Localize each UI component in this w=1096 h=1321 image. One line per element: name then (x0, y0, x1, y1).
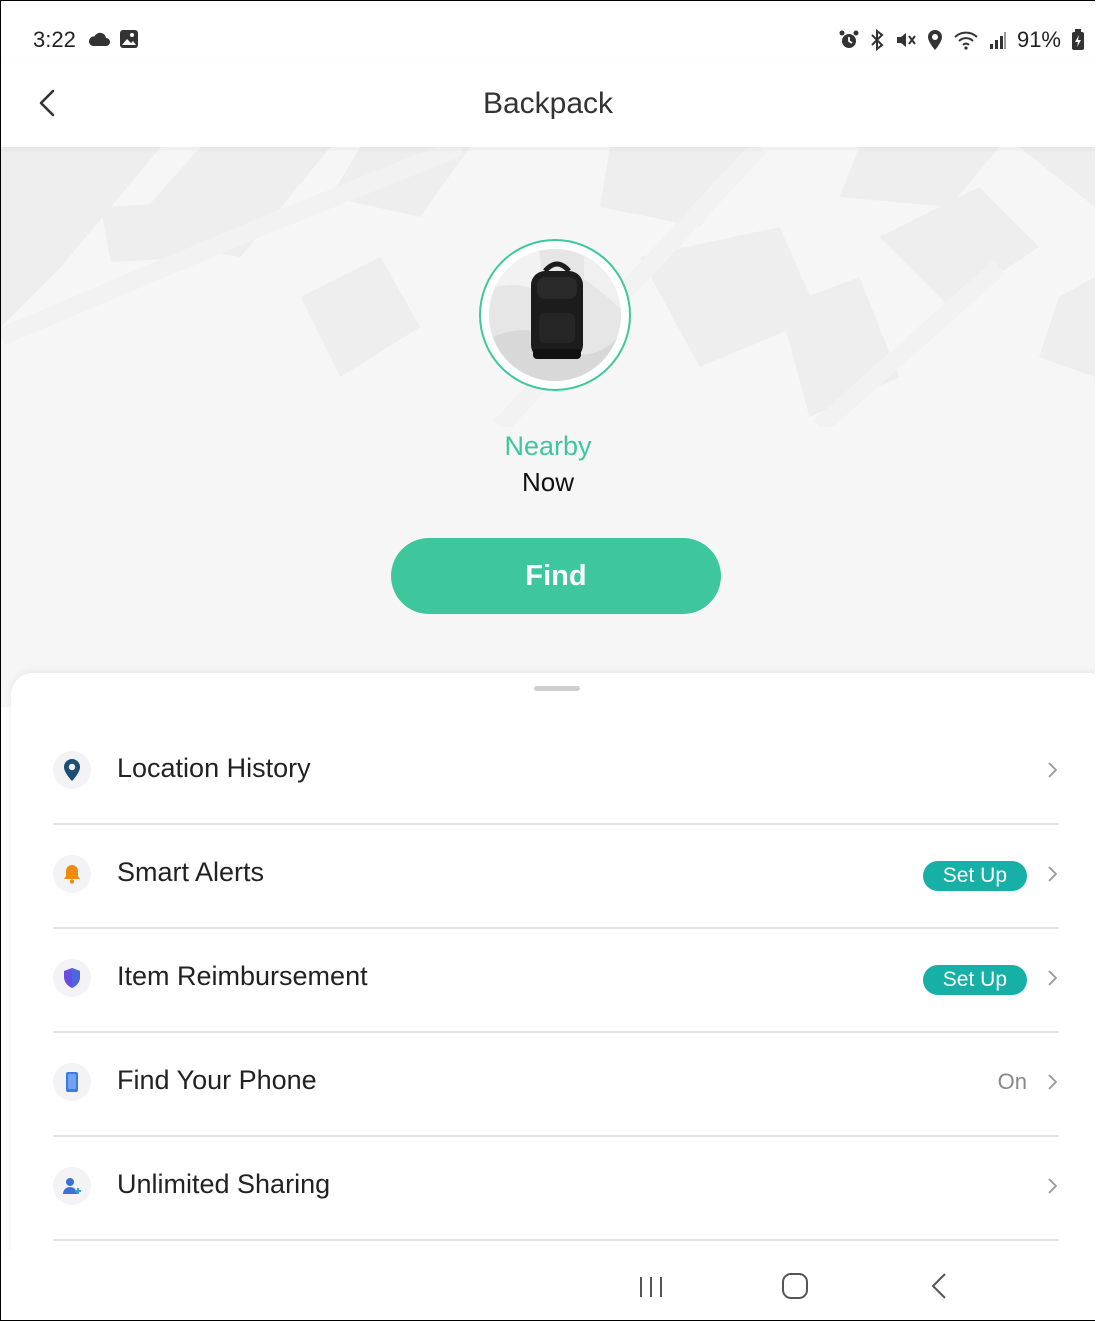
menu-item-unlimited-sharing[interactable]: Unlimited Sharing (53, 1135, 1059, 1241)
device-avatar[interactable] (479, 239, 631, 391)
app-window: 3:22 91% Backpack Nearby Now Find Locati… (0, 0, 1095, 1321)
home-icon[interactable] (775, 1269, 815, 1305)
device-hero: Nearby Now Find (1, 147, 1095, 707)
chevron-right-icon (1047, 1071, 1059, 1093)
set-up-badge[interactable]: Set Up (922, 861, 1027, 891)
chevron-right-icon (1047, 863, 1059, 885)
last-seen-time: Now (521, 467, 574, 497)
cloud-icon (87, 31, 111, 52)
menu-item-label: Find Your Phone (117, 1065, 317, 1095)
menu-item-smart-alerts[interactable]: Smart Alerts Set Up (53, 823, 1059, 929)
gallery-icon (119, 29, 139, 54)
recent-apps-icon[interactable] (631, 1269, 671, 1305)
signal-icon (989, 30, 1007, 50)
phone-icon (53, 1063, 91, 1101)
menu-item-label: Item Reimbursement (117, 961, 368, 991)
alarm-icon (839, 30, 859, 50)
battery-icon (1071, 29, 1085, 51)
bluetooth-icon (869, 29, 885, 51)
set-up-badge[interactable]: Set Up (922, 965, 1027, 995)
shield-icon (53, 959, 91, 997)
menu-item-item-reimbursement[interactable]: Item Reimbursement Set Up (53, 927, 1059, 1033)
battery-percent: 91% (1016, 27, 1061, 52)
menu-item-location-history[interactable]: Location History (53, 719, 1059, 825)
menu-item-find-your-phone[interactable]: Find Your Phone On (53, 1031, 1059, 1137)
system-nav-bar (1, 1251, 1095, 1320)
mute-icon (895, 30, 917, 50)
location-icon (927, 29, 943, 51)
find-button[interactable]: Find (391, 538, 721, 614)
chevron-right-icon (1047, 759, 1059, 781)
top-app-bar: Backpack (1, 63, 1095, 147)
chevron-right-icon (1047, 967, 1059, 989)
map-pin-icon (53, 751, 91, 789)
add-person-icon (53, 1167, 91, 1205)
device-options-sheet: Location History Smart Alerts Set Up Ite… (11, 673, 1095, 1320)
back-icon[interactable] (921, 1269, 961, 1305)
wifi-icon (953, 30, 979, 50)
status-time: 3:22 (33, 27, 76, 52)
sheet-drag-handle[interactable] (534, 686, 580, 691)
page-title: Backpack (482, 87, 614, 120)
find-phone-status: On (997, 1069, 1027, 1094)
backpack-photo (489, 249, 621, 381)
proximity-status: Nearby (504, 431, 592, 461)
bell-icon (53, 855, 91, 893)
menu-item-label: Smart Alerts (117, 857, 265, 887)
menu-item-label: Unlimited Sharing (117, 1169, 331, 1199)
chevron-right-icon (1047, 1175, 1059, 1197)
menu-item-label: Location History (117, 753, 311, 783)
